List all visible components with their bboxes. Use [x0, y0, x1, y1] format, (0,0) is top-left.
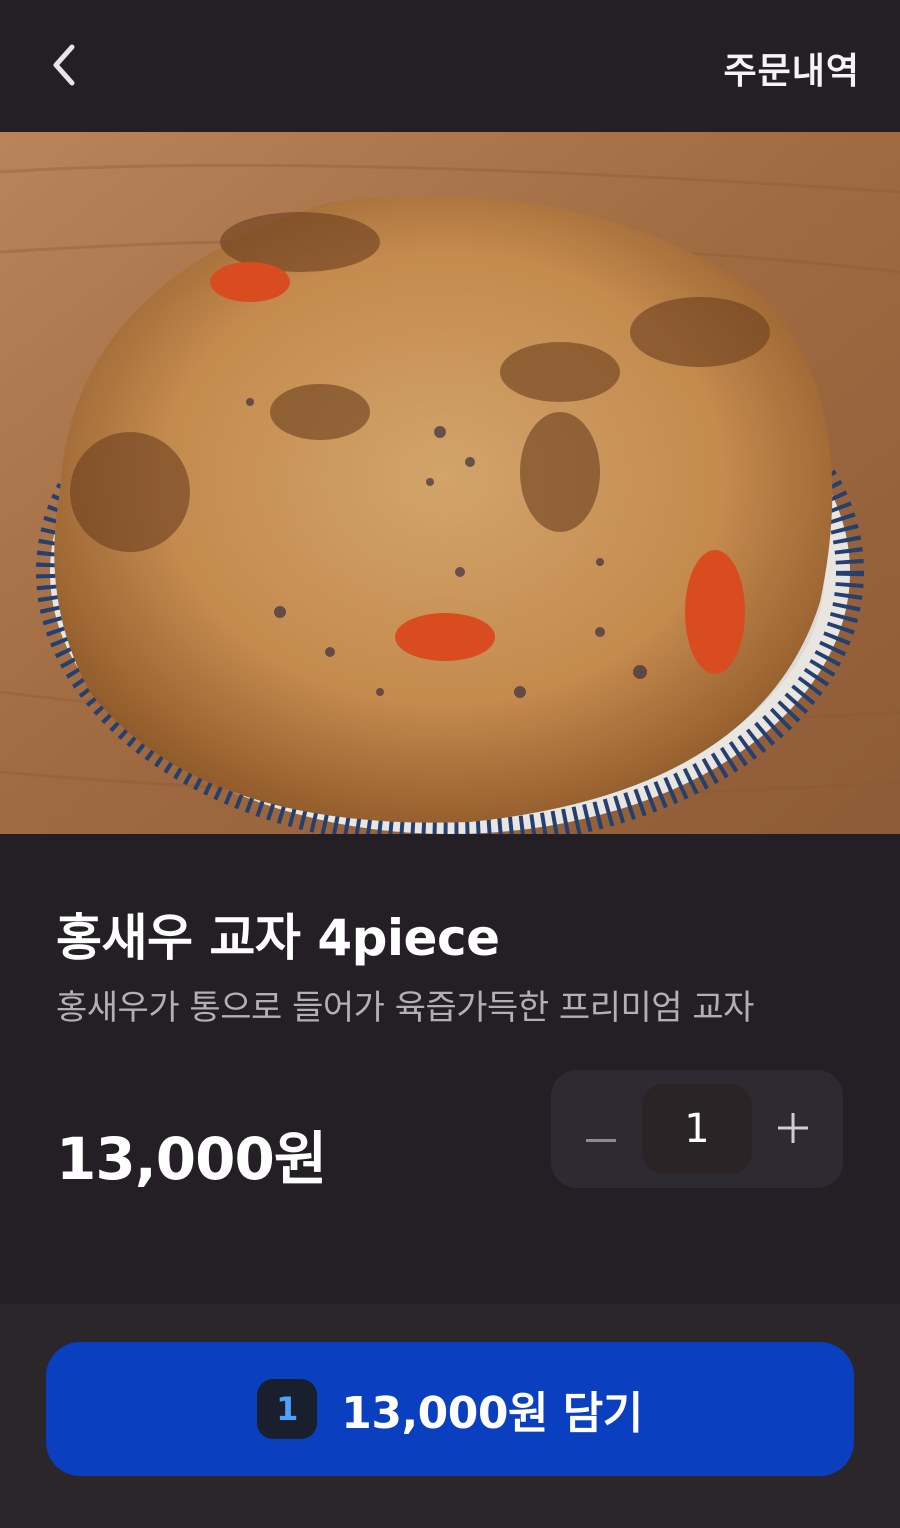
back-button[interactable] [40, 40, 90, 94]
chevron-left-icon [50, 43, 80, 91]
quantity-value: 1 [642, 1084, 752, 1174]
bottom-action-bar: 1 13,000원 담기 [0, 1304, 900, 1528]
order-history-link[interactable]: 주문내역 [724, 42, 860, 94]
minus-icon [586, 1107, 616, 1151]
top-bar: 주문내역 [0, 0, 900, 132]
add-to-cart-button[interactable]: 1 13,000원 담기 [46, 1342, 854, 1476]
product-image [0, 132, 900, 834]
product-description: 홍새우가 통으로 들어가 육즙가득한 프리미엄 교자 [56, 988, 754, 1028]
product-detail-screen: 주문내역 홍새우 교자 4piece 홍새우가 통으로 들어가 육즙가득한 프리… [0, 0, 900, 1528]
add-to-cart-label: 13,000원 담기 [341, 1388, 643, 1439]
quantity-stepper: 1 [551, 1070, 843, 1188]
cart-count-badge: 1 [257, 1379, 318, 1439]
product-price: 13,000원 [56, 1125, 327, 1193]
increase-button[interactable] [765, 1101, 821, 1157]
decrease-button[interactable] [573, 1101, 629, 1157]
product-info: 홍새우 교자 4piece 홍새우가 통으로 들어가 육즙가득한 프리미엄 교자… [0, 834, 900, 1304]
plus-icon [778, 1107, 808, 1151]
product-title: 홍새우 교자 4piece [56, 909, 500, 967]
